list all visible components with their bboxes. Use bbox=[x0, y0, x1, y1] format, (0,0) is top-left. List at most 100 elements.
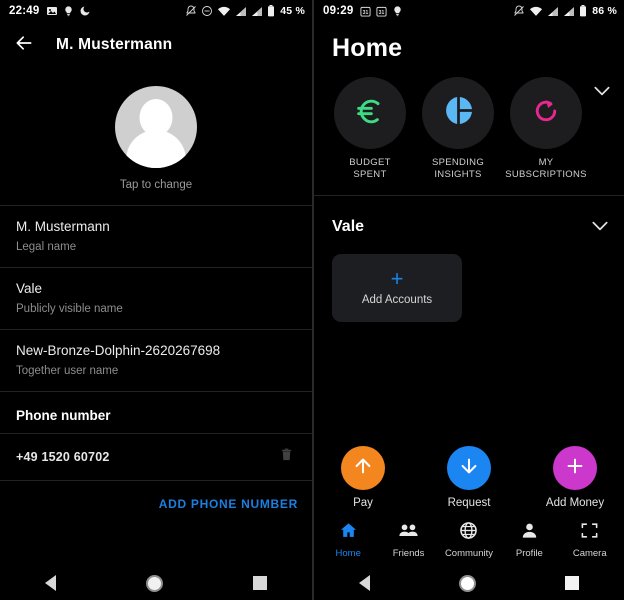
add-accounts-label: Add Accounts bbox=[361, 294, 433, 306]
left-status-bar: 22:49 45 % bbox=[0, 0, 312, 22]
list-item[interactable]: Vale Publicly visible name bbox=[0, 268, 312, 329]
camera-frame-icon bbox=[580, 521, 599, 545]
home-circle-icon[interactable] bbox=[146, 574, 163, 592]
nav-item-friends[interactable]: Friends bbox=[379, 521, 439, 559]
android-nav-bar-right bbox=[314, 566, 624, 600]
add-money-button[interactable]: Add Money bbox=[536, 446, 614, 509]
home-circle-icon[interactable] bbox=[458, 574, 476, 592]
nav-label-profile: Profile bbox=[515, 548, 543, 559]
plus-icon bbox=[564, 455, 586, 482]
status-clock: 22:49 bbox=[9, 5, 40, 17]
quick-action-spending-insights[interactable]: SPENDING INSIGHTS bbox=[420, 77, 496, 181]
nav-item-camera[interactable]: Camera bbox=[560, 521, 620, 559]
android-nav-bar-left bbox=[0, 566, 312, 600]
field-label: Publicly visible name bbox=[16, 303, 123, 315]
trash-icon[interactable] bbox=[279, 446, 294, 468]
quick-action-label-line2: INSIGHTS bbox=[434, 169, 482, 180]
lightbulb-icon bbox=[63, 5, 74, 17]
right-phone-screen: 09:29 31 31 86 % Home BUDGET SPENT SPEND… bbox=[312, 0, 624, 600]
signal-sim1-icon bbox=[547, 6, 559, 17]
pay-button-circle[interactable] bbox=[341, 446, 385, 490]
add-phone-number-button[interactable]: ADD PHONE NUMBER bbox=[159, 497, 298, 511]
quick-action-my-subscriptions[interactable]: MY SUBSCRIPTIONS bbox=[505, 77, 587, 181]
globe-icon bbox=[459, 521, 478, 545]
wifi-icon bbox=[529, 6, 543, 17]
image-icon bbox=[46, 5, 58, 17]
quick-action-label-line2: SUBSCRIPTIONS bbox=[505, 169, 587, 180]
right-status-bar: 09:29 31 31 86 % bbox=[314, 0, 624, 22]
wifi-icon bbox=[217, 6, 231, 17]
nav-label-friends: Friends bbox=[392, 548, 425, 559]
battery-percent: 86 % bbox=[592, 5, 617, 17]
quick-action-label: MY SUBSCRIPTIONS bbox=[505, 157, 587, 181]
avatar-body bbox=[126, 130, 186, 168]
home-page-title: Home bbox=[332, 34, 403, 62]
svg-text:31: 31 bbox=[379, 9, 385, 15]
arrow-down-icon bbox=[458, 455, 480, 482]
primary-actions-row: Pay Request Add Money bbox=[314, 446, 624, 515]
phone-number-value: +49 1520 60702 bbox=[16, 450, 110, 464]
quick-action-circle[interactable] bbox=[422, 77, 494, 149]
arrow-up-icon bbox=[352, 455, 374, 482]
back-triangle-icon[interactable] bbox=[45, 575, 56, 591]
refresh-subscription-icon bbox=[531, 96, 561, 131]
account-owner-name: Vale bbox=[332, 218, 365, 235]
field-value: Vale bbox=[16, 281, 43, 296]
friends-icon bbox=[398, 521, 419, 545]
pay-label: Pay bbox=[353, 497, 373, 509]
battery-percent: 45 % bbox=[280, 5, 305, 17]
quick-action-label: SPENDING INSIGHTS bbox=[432, 157, 484, 181]
left-app-bar: M. Mustermann bbox=[0, 22, 312, 68]
quick-action-circle[interactable] bbox=[510, 77, 582, 149]
chevron-down-icon[interactable] bbox=[594, 83, 610, 101]
request-label: Request bbox=[447, 497, 491, 509]
signal-sim1-icon bbox=[235, 6, 247, 17]
list-item[interactable]: New-Bronze-Dolphin-2620267698 Together u… bbox=[0, 330, 312, 391]
add-accounts-card[interactable]: + Add Accounts bbox=[332, 254, 462, 322]
avatar-block[interactable]: Tap to change bbox=[0, 68, 312, 205]
phone-number-row[interactable]: +49 1520 60702 bbox=[0, 434, 312, 480]
nav-label-home: Home bbox=[335, 548, 361, 559]
field-label: Legal name bbox=[16, 241, 77, 253]
add-money-button-circle[interactable] bbox=[553, 446, 597, 490]
quick-action-label: BUDGET SPENT bbox=[349, 157, 390, 181]
nav-item-home[interactable]: Home bbox=[318, 521, 378, 559]
nav-label-community: Community bbox=[444, 548, 493, 559]
page-title: M. Mustermann bbox=[56, 36, 173, 53]
battery-icon bbox=[579, 5, 587, 17]
add-phone-number-row[interactable]: ADD PHONE NUMBER bbox=[0, 481, 312, 519]
phone-number-section-header: Phone number bbox=[0, 392, 312, 433]
recents-square-icon[interactable] bbox=[253, 576, 267, 590]
add-money-label: Add Money bbox=[545, 497, 605, 509]
lightbulb-icon bbox=[392, 5, 403, 17]
field-value: New-Bronze-Dolphin-2620267698 bbox=[16, 343, 221, 358]
nav-item-community[interactable]: Community bbox=[439, 521, 499, 559]
person-avatar-icon[interactable] bbox=[115, 86, 197, 168]
request-button-circle[interactable] bbox=[447, 446, 491, 490]
plus-icon: + bbox=[390, 266, 404, 291]
accounts-header[interactable]: Vale bbox=[314, 196, 624, 236]
status-clock: 09:29 bbox=[323, 5, 354, 17]
pay-button[interactable]: Pay bbox=[324, 446, 402, 509]
recents-square-icon[interactable] bbox=[565, 576, 580, 590]
quick-action-circle[interactable] bbox=[334, 77, 406, 149]
back-triangle-icon[interactable] bbox=[358, 575, 370, 591]
list-item[interactable]: M. Mustermann Legal name bbox=[0, 206, 312, 267]
svg-text:31: 31 bbox=[363, 9, 369, 15]
quick-action-budget-spent[interactable]: BUDGET SPENT bbox=[332, 77, 408, 181]
dual-phone-screenshots: 22:49 45 % M. Mustermann Tap to change M… bbox=[0, 0, 624, 600]
request-button[interactable]: Request bbox=[430, 446, 508, 509]
calendar-31-icon: 31 bbox=[360, 6, 371, 17]
quick-action-label-line1: SPENDING bbox=[431, 157, 485, 168]
notifications-off-icon bbox=[185, 5, 197, 17]
quick-actions-block: BUDGET SPENT SPENDING INSIGHTS MY SUBSCR… bbox=[314, 71, 624, 181]
euro-icon bbox=[354, 95, 386, 132]
field-label: Together user name bbox=[16, 365, 119, 377]
quick-action-label-line1: BUDGET bbox=[349, 157, 391, 168]
arrow-back-icon[interactable] bbox=[14, 33, 34, 58]
do-not-disturb-icon bbox=[201, 5, 213, 17]
chevron-down-icon[interactable] bbox=[592, 218, 608, 236]
dnd-moon-icon bbox=[79, 5, 91, 17]
nav-label-camera: Camera bbox=[572, 548, 607, 559]
nav-item-profile[interactable]: Profile bbox=[499, 521, 559, 559]
